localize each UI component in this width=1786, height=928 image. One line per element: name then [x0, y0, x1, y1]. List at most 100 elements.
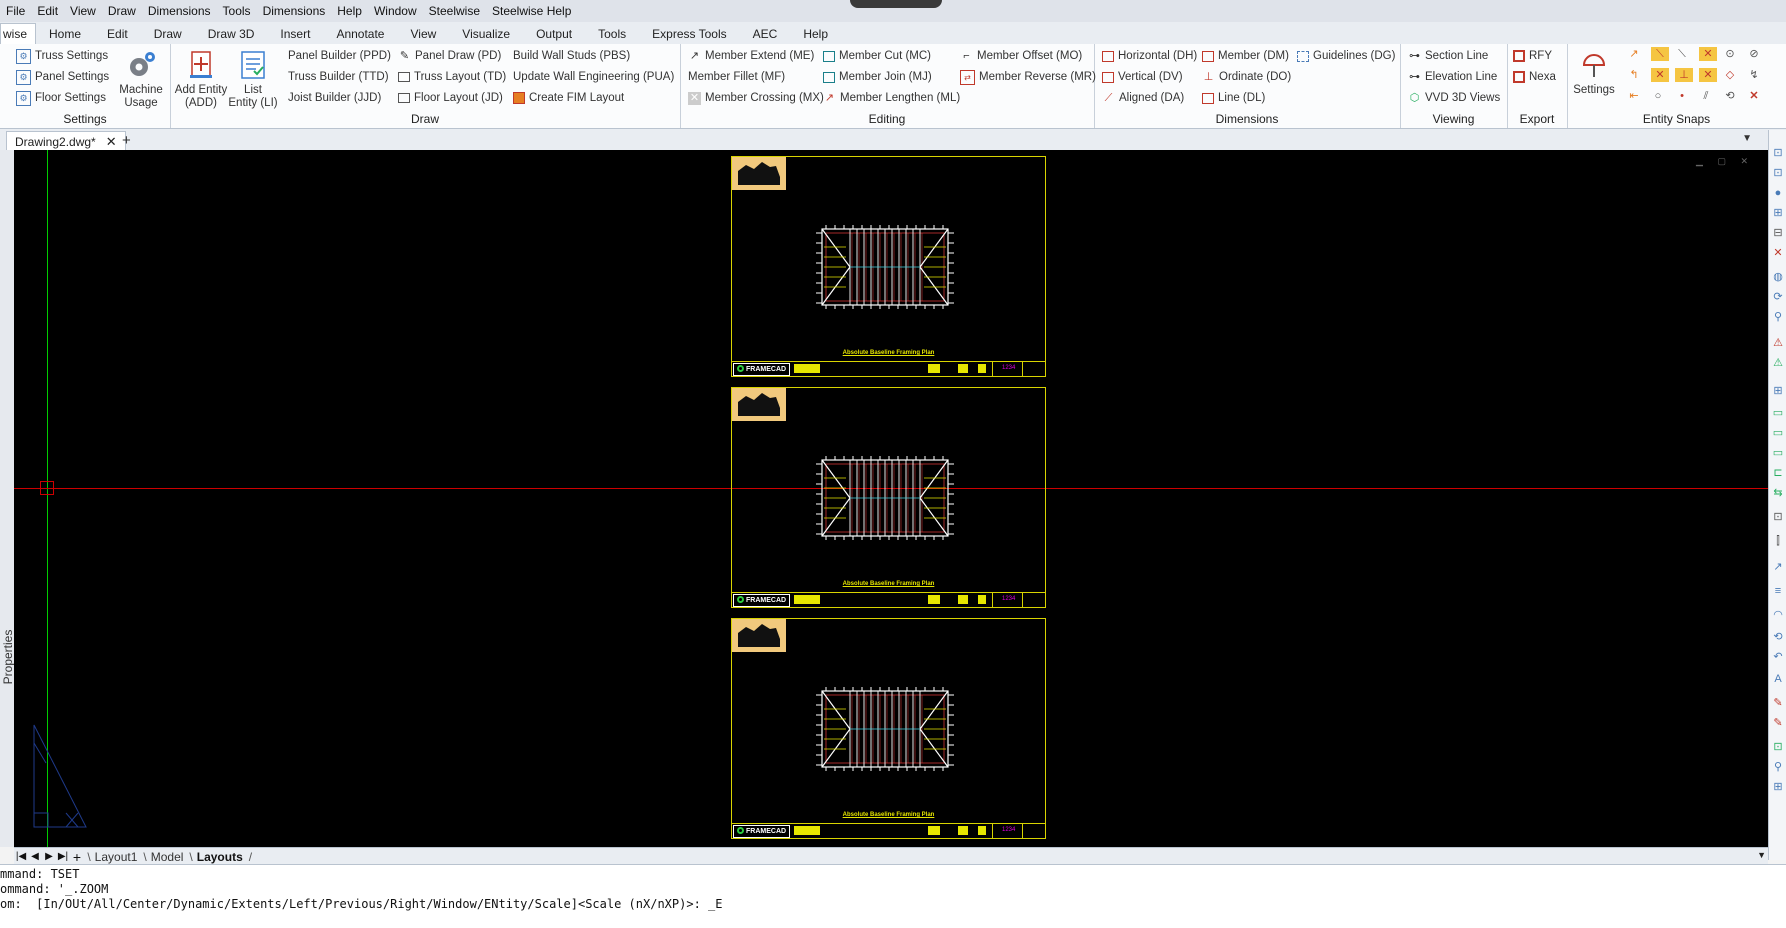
properties-panel-collapsed[interactable]: Properties [0, 150, 15, 847]
machine-usage-button[interactable]: Machine Usage [116, 48, 166, 110]
drawing-canvas[interactable]: ▁ ▢ ✕ Absolute Baseline Framing Plan FRA… [14, 150, 1768, 847]
tool-icon[interactable]: ◍ [1771, 270, 1785, 284]
panel-settings-button[interactable]: ⚙ Panel Settings [16, 67, 109, 87]
snap-endpoint-icon[interactable]: ↗ [1627, 47, 1641, 61]
next-layout-icon[interactable]: ▶ [42, 851, 56, 862]
tool-icon[interactable]: A [1771, 672, 1785, 686]
snap-insertion-icon[interactable]: ⇤ [1627, 89, 1641, 103]
tool-icon[interactable]: ≡ [1771, 584, 1785, 598]
tool-icon[interactable]: ⊟ [1771, 226, 1785, 240]
tool-icon[interactable]: ⚲ [1771, 310, 1785, 324]
panel-builder-button[interactable]: Panel Builder (PPD) [288, 46, 391, 66]
menu-help[interactable]: Help [331, 4, 368, 18]
snap-apparent-icon[interactable]: ✕ [1699, 68, 1717, 82]
tool-icon[interactable]: ▭ [1771, 406, 1785, 420]
menu-steelwise-help[interactable]: Steelwise Help [486, 4, 577, 18]
snap-point-icon[interactable]: • [1675, 89, 1689, 103]
menu-dimensions-2[interactable]: Dimensions [257, 4, 332, 18]
menu-tools[interactable]: Tools [217, 4, 257, 18]
layout-sheet[interactable]: Absolute Baseline Framing Plan FRAMECAD … [731, 618, 1046, 839]
create-fim-layout-button[interactable]: Create FIM Layout [513, 88, 624, 108]
tool-icon[interactable]: ⊡ [1771, 740, 1785, 754]
close-icon[interactable]: ✕ [106, 134, 117, 150]
first-layout-icon[interactable]: |◀ [14, 851, 28, 862]
snap-center-icon[interactable]: ⊙ [1723, 47, 1737, 61]
tab-visualize[interactable]: Visualize [449, 24, 523, 44]
member-reverse-button[interactable]: ⇄ Member Reverse (MR) [960, 67, 1096, 87]
member-join-button[interactable]: Member Join (MJ) [823, 67, 932, 87]
tool-icon[interactable]: ⊞ [1771, 206, 1785, 220]
tool-icon[interactable]: ▭ [1771, 446, 1785, 460]
member-crossing-button[interactable]: ✕ Member Crossing (MX) [688, 88, 824, 108]
snap-intersection-icon[interactable]: ✕ [1699, 47, 1717, 61]
snap-circle-icon[interactable]: ○ [1651, 89, 1665, 103]
tab-help[interactable]: Help [790, 24, 841, 44]
last-layout-icon[interactable]: ▶| [56, 851, 70, 862]
tool-icon[interactable]: ⊏ [1771, 466, 1785, 480]
tool-icon[interactable]: ⫿ [1771, 534, 1785, 548]
vvd-3d-views-button[interactable]: ⬡ VVD 3D Views [1408, 88, 1501, 108]
snap-tangent-icon[interactable]: ↯ [1747, 68, 1761, 82]
dim-horizontal-button[interactable]: Horizontal (DH) [1102, 46, 1197, 66]
tab-tools[interactable]: Tools [585, 24, 639, 44]
list-entity-button[interactable]: List Entity (LI) [228, 48, 278, 110]
new-tab-icon[interactable]: + [122, 132, 131, 149]
member-extend-button[interactable]: ↗ Member Extend (ME) [688, 46, 814, 66]
snap-settings-button[interactable]: Settings [1571, 48, 1617, 97]
tab-edit[interactable]: Edit [94, 24, 141, 44]
snap-clear-icon[interactable]: ⟲ [1723, 89, 1737, 103]
dim-member-button[interactable]: Member (DM) [1202, 46, 1289, 66]
tab-express-tools[interactable]: Express Tools [639, 24, 739, 44]
tab-output[interactable]: Output [523, 24, 585, 44]
menu-dimensions[interactable]: Dimensions [142, 4, 217, 18]
elevation-line-button[interactable]: ⊶ Elevation Line [1408, 67, 1497, 87]
tool-icon[interactable]: ▭ [1771, 426, 1785, 440]
snap-parallel-icon[interactable]: ⫽ [1699, 89, 1713, 103]
viewport-window-buttons[interactable]: ▁ ▢ ✕ [1696, 156, 1754, 167]
snap-nearest-icon[interactable]: ⟍ [1675, 47, 1689, 61]
tool-icon[interactable]: ⚠ [1771, 356, 1785, 370]
truss-builder-button[interactable]: Truss Builder (TTD) [288, 67, 389, 87]
tab-layouts[interactable]: Layouts [193, 850, 249, 864]
tab-view[interactable]: View [397, 24, 449, 44]
dim-guidelines-button[interactable]: Guidelines (DG) [1297, 46, 1395, 66]
tool-icon[interactable]: ⊞ [1771, 780, 1785, 794]
tool-icon[interactable]: ⟳ [1771, 290, 1785, 304]
nexa-button[interactable]: Nexa [1513, 67, 1556, 87]
menu-draw[interactable]: Draw [102, 4, 142, 18]
snap-quadrant-icon[interactable]: ◇ [1723, 68, 1737, 82]
tab-steelwise[interactable]: wise [0, 23, 37, 44]
layout-sheet[interactable]: Absolute Baseline Framing Plan FRAMECAD … [731, 387, 1046, 608]
dim-ordinate-button[interactable]: ⊥ Ordinate (DO) [1202, 67, 1292, 87]
snap-node-icon[interactable]: ⊘ [1747, 47, 1761, 61]
document-tab[interactable]: Drawing2.dwg* ✕ [6, 131, 126, 151]
panel-draw-button[interactable]: ✎ Panel Draw (PD) [398, 46, 501, 66]
dim-line-button[interactable]: Line (DL) [1202, 88, 1265, 108]
floor-layout-button[interactable]: Floor Layout (JD) [398, 88, 503, 108]
tool-icon[interactable]: ⊡ [1771, 510, 1785, 524]
tool-icon[interactable]: ⚠ [1771, 336, 1785, 350]
tool-icon[interactable]: ⚲ [1771, 760, 1785, 774]
member-cut-button[interactable]: Member Cut (MC) [823, 46, 931, 66]
snap-perpendicular-icon[interactable]: ✕ [1651, 68, 1669, 82]
chevron-down-icon[interactable]: ▼ [1757, 850, 1766, 860]
tool-icon[interactable]: ⊡ [1771, 146, 1785, 160]
tool-icon[interactable]: ⊞ [1771, 384, 1785, 398]
member-fillet-button[interactable]: Member Fillet (MF) [688, 67, 785, 87]
menu-file[interactable]: File [0, 4, 31, 18]
member-lengthen-button[interactable]: ↗ Member Lengthen (ML) [823, 88, 960, 108]
tool-icon[interactable]: ◠ [1771, 608, 1785, 622]
layout-sheet[interactable]: Absolute Baseline Framing Plan FRAMECAD … [731, 156, 1046, 377]
snap-none-icon[interactable]: ✕ [1747, 89, 1761, 103]
tab-home[interactable]: Home [36, 24, 94, 44]
tab-aec[interactable]: AEC [740, 24, 791, 44]
tab-insert[interactable]: Insert [267, 24, 323, 44]
truss-settings-button[interactable]: ⚙ Truss Settings [16, 46, 108, 66]
tab-draw[interactable]: Draw [141, 24, 195, 44]
tool-icon[interactable]: ● [1771, 186, 1785, 200]
section-line-button[interactable]: ⊶ Section Line [1408, 46, 1488, 66]
tool-icon[interactable]: ⇆ [1771, 486, 1785, 500]
dim-aligned-button[interactable]: ⟋ Aligned (DA) [1102, 88, 1185, 108]
joist-builder-button[interactable]: Joist Builder (JJD) [288, 88, 381, 108]
prev-layout-icon[interactable]: ◀ [28, 851, 42, 862]
